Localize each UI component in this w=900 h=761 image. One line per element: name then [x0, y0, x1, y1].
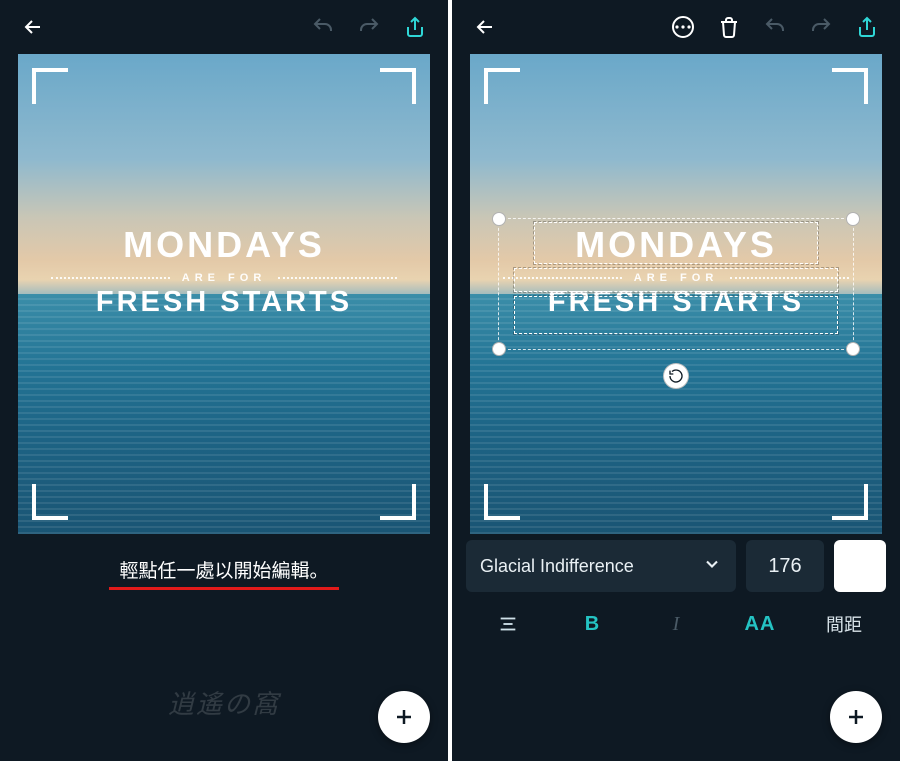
- bold-button[interactable]: B: [550, 600, 634, 648]
- canvas-area[interactable]: MONDAYS ARE FOR FRESH STARTS: [452, 54, 900, 540]
- resize-handle[interactable]: [492, 212, 506, 226]
- add-button[interactable]: [378, 691, 430, 743]
- poster-canvas[interactable]: MONDAYS ARE FOR FRESH STARTS: [470, 54, 882, 534]
- redo-button[interactable]: [350, 8, 388, 46]
- undo-button[interactable]: [756, 8, 794, 46]
- poster-text-block[interactable]: MONDAYS ARE FOR FRESH STARTS: [51, 224, 397, 319]
- poster-line2: FRESH STARTS: [51, 286, 397, 319]
- chevron-down-icon: [702, 554, 722, 579]
- more-button[interactable]: [664, 8, 702, 46]
- spacing-button[interactable]: 間距: [802, 600, 886, 648]
- add-button[interactable]: [830, 691, 882, 743]
- poster-headline: MONDAYS: [51, 224, 397, 266]
- font-family-selector[interactable]: Glacial Indifference: [466, 540, 736, 592]
- top-bar: [0, 0, 448, 54]
- share-button[interactable]: [848, 8, 886, 46]
- italic-button[interactable]: I: [634, 600, 718, 648]
- resize-handle[interactable]: [492, 342, 506, 356]
- font-size-input[interactable]: 176: [746, 540, 824, 592]
- text-color-swatch[interactable]: [834, 540, 886, 592]
- annotation-underline: [109, 587, 339, 590]
- resize-handle[interactable]: [846, 342, 860, 356]
- hint-text: 輕點任一處以開始編輯。: [119, 556, 328, 583]
- text-selection-inner: [514, 268, 838, 292]
- resize-handle[interactable]: [846, 212, 860, 226]
- undo-button[interactable]: [304, 8, 342, 46]
- share-button[interactable]: [396, 8, 434, 46]
- top-bar: [452, 0, 900, 54]
- canvas-area[interactable]: MONDAYS ARE FOR FRESH STARTS: [0, 54, 448, 540]
- poster-subhead: ARE FOR: [182, 272, 267, 284]
- back-button[interactable]: [466, 8, 504, 46]
- editor-screen-initial: MONDAYS ARE FOR FRESH STARTS 輕點任一處以開始編輯。…: [0, 0, 448, 761]
- start-editing-hint: 輕點任一處以開始編輯。: [0, 540, 448, 598]
- editor-screen-text-selected: MONDAYS ARE FOR FRESH STARTS: [452, 0, 900, 761]
- font-name-label: Glacial Indifference: [480, 556, 634, 577]
- font-size-value: 176: [768, 555, 801, 578]
- redo-button[interactable]: [802, 8, 840, 46]
- text-format-panel: Glacial Indifference 176 B I AA: [452, 540, 900, 656]
- poster-canvas[interactable]: MONDAYS ARE FOR FRESH STARTS: [18, 54, 430, 534]
- uppercase-button[interactable]: AA: [718, 600, 802, 648]
- align-button[interactable]: [466, 600, 550, 648]
- text-selection-inner: [514, 296, 838, 334]
- text-selection-inner: [534, 222, 818, 264]
- rotate-handle[interactable]: [663, 363, 689, 389]
- delete-button[interactable]: [710, 8, 748, 46]
- back-button[interactable]: [14, 8, 52, 46]
